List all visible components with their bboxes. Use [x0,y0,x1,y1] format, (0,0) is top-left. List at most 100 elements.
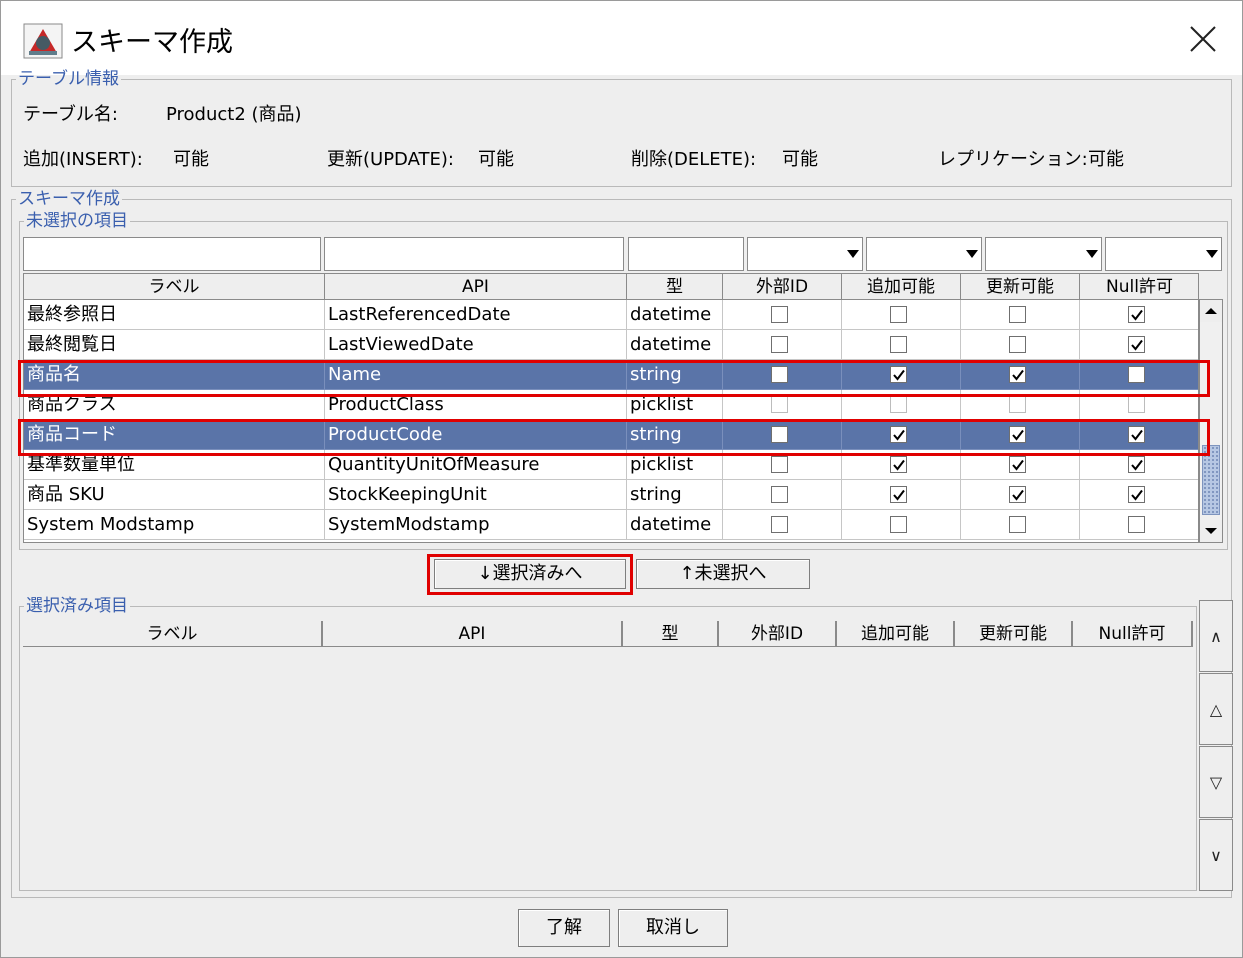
checkbox-checked[interactable] [1128,486,1145,503]
filter-nillable-select[interactable] [1105,237,1222,271]
ok-button[interactable]: 了解 [518,909,610,947]
scroll-up-arrow-icon[interactable] [1200,300,1222,322]
checkbox[interactable] [1128,396,1145,413]
move-to-unselected-button[interactable]: ↑未選択へ [636,559,810,589]
cell-nillable [1080,480,1198,510]
table-row[interactable]: 最終閲覧日 LastViewedDate datetime [24,330,1198,360]
checkbox[interactable] [771,456,788,473]
checkbox-checked[interactable] [1128,426,1145,443]
column-header-label[interactable]: ラベル [24,274,325,300]
checkbox-checked[interactable] [1128,306,1145,323]
cell-type: string [627,480,723,510]
checkbox[interactable] [771,426,788,443]
checkbox[interactable] [890,396,907,413]
cell-api: QuantityUnitOfMeasure [325,450,627,480]
checkbox[interactable] [1009,396,1026,413]
vertical-scrollbar[interactable] [1199,299,1223,543]
cell-label: System Modstamp [24,510,325,540]
move-down-button[interactable]: ▽ [1199,746,1233,818]
selected-fields-table: ラベル API 型 外部ID 追加可能 更新可能 Null許可 [23,621,1194,889]
cell-nillable [1080,300,1198,330]
selected-header-type[interactable]: 型 [623,621,719,647]
table-row[interactable]: 基準数量単位 QuantityUnitOfMeasure picklist [24,450,1198,480]
column-header-external-id[interactable]: 外部ID [723,274,842,300]
cell-creatable [842,420,961,450]
table-row[interactable]: 商品コード ProductCode string [24,420,1198,450]
checkbox-checked[interactable] [1128,336,1145,353]
table-row[interactable]: 商品クラス ProductClass picklist [24,390,1198,420]
close-icon[interactable] [1181,19,1225,59]
checkbox-checked[interactable] [1009,426,1026,443]
cell-type: picklist [627,450,723,480]
table-row[interactable]: 最終参照日 LastReferencedDate datetime [24,300,1198,330]
checkbox[interactable] [890,516,907,533]
checkbox[interactable] [890,306,907,323]
checkbox[interactable] [1009,336,1026,353]
move-up-button[interactable]: △ [1199,673,1233,745]
checkbox[interactable] [771,396,788,413]
cell-label: 商品コード [24,420,325,450]
insert-value: 可能 [173,149,209,170]
column-header-updatable[interactable]: 更新可能 [961,274,1080,300]
checkbox-checked[interactable] [890,456,907,473]
move-to-selected-button[interactable]: ↓選択済みへ [434,559,626,589]
cell-updatable [961,330,1080,360]
check-icon [1012,459,1024,471]
update-label: 更新(UPDATE): [327,149,454,170]
selected-header-external-id[interactable]: 外部ID [719,621,837,647]
cell-updatable [961,450,1080,480]
checkbox-checked[interactable] [890,426,907,443]
cell-creatable [842,480,961,510]
cell-external-id [723,480,842,510]
column-header-creatable[interactable]: 追加可能 [842,274,961,300]
cell-creatable [842,330,961,360]
check-icon [1131,459,1143,471]
checkbox-checked[interactable] [1009,456,1026,473]
checkbox[interactable] [771,486,788,503]
checkbox[interactable] [1128,516,1145,533]
cell-external-id [723,510,842,540]
filter-external-id-select[interactable] [747,237,863,271]
filter-creatable-select[interactable] [866,237,982,271]
column-header-nillable[interactable]: Null許可 [1080,274,1198,300]
filter-type-input[interactable] [628,237,744,271]
check-icon [1131,489,1143,501]
checkbox[interactable] [1009,516,1026,533]
checkbox[interactable] [771,516,788,533]
checkbox-checked[interactable] [890,486,907,503]
checkbox-checked[interactable] [890,366,907,383]
selected-header-label[interactable]: ラベル [23,621,323,647]
cell-api: Name [325,360,627,390]
checkbox[interactable] [771,336,788,353]
column-header-api[interactable]: API [325,274,627,300]
table-row[interactable]: 商品 SKU StockKeepingUnit string [24,480,1198,510]
table-row[interactable]: System Modstamp SystemModstamp datetime [24,510,1198,540]
cell-updatable [961,360,1080,390]
checkbox[interactable] [1009,306,1026,323]
selected-header-api[interactable]: API [323,621,623,647]
checkbox[interactable] [771,366,788,383]
checkbox-checked[interactable] [1009,366,1026,383]
cancel-button[interactable]: 取消し [618,909,728,947]
move-bottom-button[interactable]: ∨ [1199,819,1233,891]
scroll-down-arrow-icon[interactable] [1200,520,1222,542]
table-info-legend: テーブル情報 [18,69,119,89]
table-row[interactable]: 商品名 Name string [24,360,1198,390]
selected-header-updatable[interactable]: 更新可能 [955,621,1073,647]
cell-label: 商品名 [24,360,325,390]
checkbox[interactable] [771,306,788,323]
chevron-down-icon [966,250,978,258]
checkbox[interactable] [890,336,907,353]
cell-type: string [627,360,723,390]
checkbox[interactable] [1128,366,1145,383]
selected-header-nillable[interactable]: Null許可 [1073,621,1193,647]
checkbox-checked[interactable] [1009,486,1026,503]
checkbox-checked[interactable] [1128,456,1145,473]
column-header-type[interactable]: 型 [627,274,723,300]
move-top-button[interactable]: ∧ [1199,600,1233,672]
filter-api-input[interactable] [324,237,624,271]
filter-label-input[interactable] [23,237,321,271]
selected-header-creatable[interactable]: 追加可能 [837,621,955,647]
filter-updatable-select[interactable] [985,237,1102,271]
scroll-thumb[interactable] [1202,445,1220,515]
